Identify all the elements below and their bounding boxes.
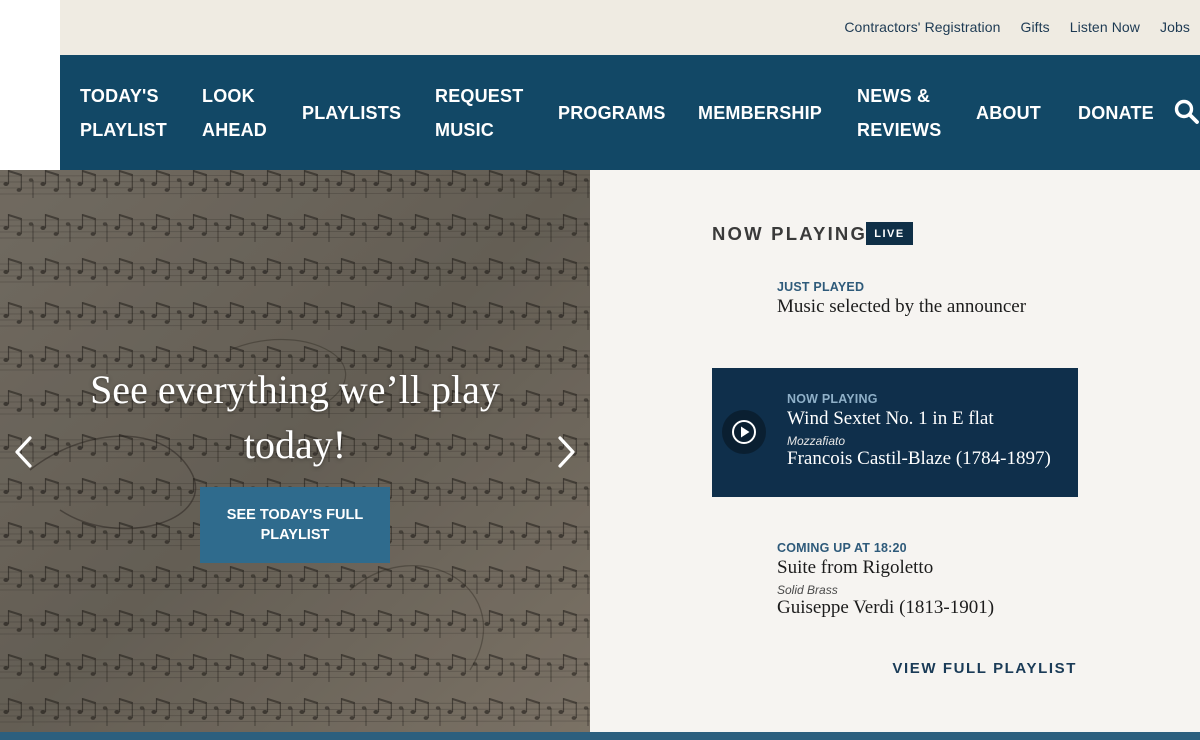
carousel-prev-button[interactable] — [12, 435, 36, 469]
hero-carousel: See everything we’ll play today! SEE TOD… — [0, 170, 590, 732]
current-track-title: Wind Sextet No. 1 in E flat — [787, 408, 994, 429]
utility-bar: Contractors' Registration Gifts Listen N… — [60, 0, 1200, 55]
bottom-strip — [0, 732, 1200, 740]
current-track-composer: Francois Castil-Blaze (1784-1897) — [787, 448, 1051, 469]
live-badge: LIVE — [866, 222, 913, 245]
view-full-playlist-link[interactable]: VIEW FULL PLAYLIST — [892, 660, 1077, 677]
play-circle-icon — [732, 420, 756, 444]
now-playing-heading: NOW PLAYING — [712, 223, 868, 244]
carousel-next-button[interactable] — [554, 435, 578, 469]
contractors-registration-link[interactable]: Contractors' Registration — [844, 19, 1000, 35]
main-nav: TODAY'S PLAYLIST LOOK AHEAD PLAYLISTS RE… — [60, 55, 1200, 170]
current-track-info: NOW PLAYING Wind Sextet No. 1 in E flat … — [787, 392, 1051, 470]
coming-up-composer: Guiseppe Verdi (1813-1901) — [777, 597, 995, 618]
jobs-link[interactable]: Jobs — [1160, 19, 1190, 35]
nav-donate[interactable]: DONATE — [1078, 55, 1154, 170]
nav-about[interactable]: ABOUT — [976, 55, 1041, 170]
coming-up-title: Suite from Rigoletto — [777, 557, 934, 578]
current-track-card: NOW PLAYING Wind Sextet No. 1 in E flat … — [712, 368, 1078, 497]
nav-look-ahead[interactable]: LOOK AHEAD — [202, 55, 267, 170]
coming-up-track: COMING UP AT 18:20 Suite from Rigoletto … — [777, 541, 994, 619]
gifts-link[interactable]: Gifts — [1020, 19, 1049, 35]
search-icon — [1174, 99, 1199, 124]
utility-links: Contractors' Registration Gifts Listen N… — [844, 19, 1190, 37]
just-played-label: JUST PLAYED — [777, 280, 865, 294]
see-full-playlist-button[interactable]: SEE TODAY'S FULL PLAYLIST — [200, 487, 390, 563]
nav-news-reviews[interactable]: NEWS & REVIEWS — [857, 55, 941, 170]
chevron-right-icon — [558, 436, 575, 468]
just-played-track: JUST PLAYED Music selected by the announ… — [777, 280, 1026, 318]
search-button[interactable] — [1174, 99, 1200, 125]
listen-now-link[interactable]: Listen Now — [1070, 19, 1140, 35]
nav-playlists[interactable]: PLAYLISTS — [302, 55, 401, 170]
play-button[interactable] — [722, 410, 766, 454]
now-playing-label: NOW PLAYING — [787, 392, 878, 406]
hero-title: See everything we’ll play today! — [90, 367, 500, 467]
coming-up-ensemble: Solid Brass — [777, 583, 838, 597]
just-played-title: Music selected by the announcer — [777, 296, 1027, 317]
chevron-left-icon — [15, 436, 32, 468]
now-playing-panel: NOW PLAYING LIVE JUST PLAYED Music selec… — [590, 170, 1200, 732]
current-track-ensemble: Mozzafiato — [787, 434, 846, 448]
nav-todays-playlist[interactable]: TODAY'S PLAYLIST — [80, 55, 167, 170]
nav-request-music[interactable]: REQUEST MUSIC — [435, 55, 523, 170]
coming-up-label: COMING UP AT 18:20 — [777, 541, 907, 555]
nav-programs[interactable]: PROGRAMS — [558, 55, 666, 170]
nav-membership[interactable]: MEMBERSHIP — [698, 55, 822, 170]
